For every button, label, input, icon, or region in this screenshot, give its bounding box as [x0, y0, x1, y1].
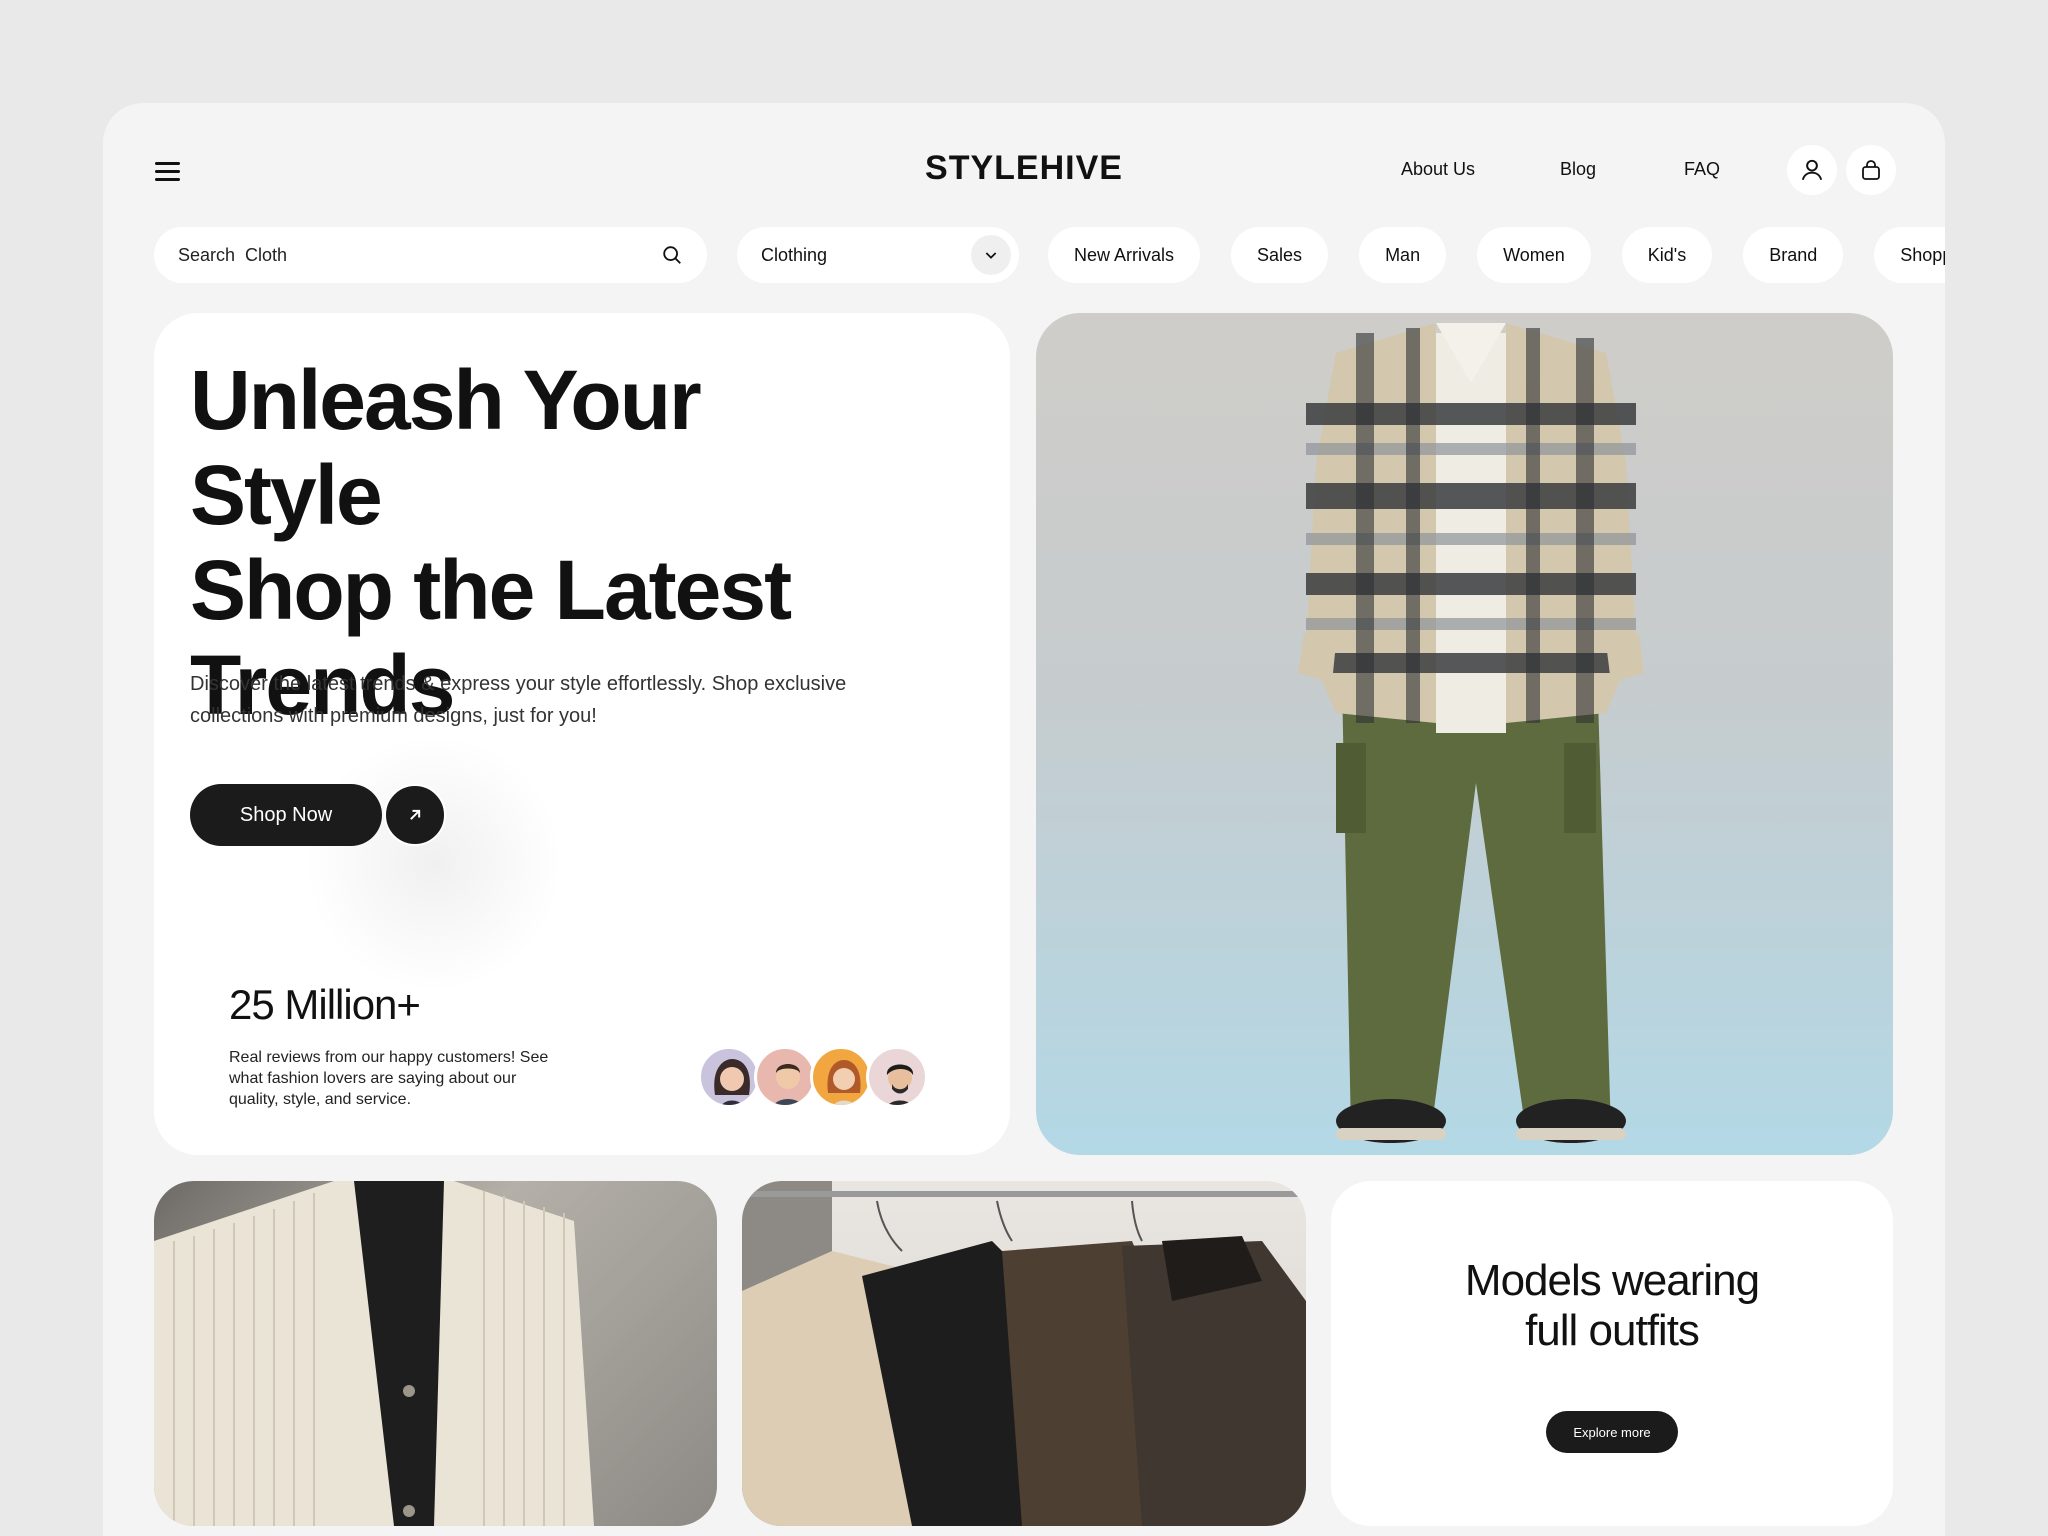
pill-shopping[interactable]: Shopping	[1874, 227, 1945, 283]
chevron-down-icon[interactable]	[971, 235, 1011, 275]
page-frame: STYLEHIVE About Us Blog FAQ Clothing New…	[103, 103, 1945, 1536]
promo-title-line: Models wearing	[1464, 1256, 1760, 1305]
cart-button[interactable]	[1846, 145, 1896, 195]
category-pills: New Arrivals Sales Man Women Kid's Brand…	[1048, 227, 1945, 283]
pill-man[interactable]: Man	[1359, 227, 1447, 283]
jackets-rack-image[interactable]	[742, 1181, 1306, 1526]
customer-review-text: Real reviews from our happy customers! S…	[229, 1049, 549, 1108]
hero-card: Unleash Your Style Shop the Latest Trend…	[154, 313, 1010, 1155]
decorative-glow	[304, 733, 564, 993]
hero-title-line: Shop the Latest	[190, 543, 792, 637]
hero-model-image	[1036, 313, 1893, 1155]
customer-count: 25 Million+	[229, 981, 421, 1028]
brand-logo[interactable]: STYLEHIVE	[103, 149, 1945, 188]
avatar	[810, 1046, 872, 1108]
category-select[interactable]: Clothing	[737, 227, 1019, 283]
user-icon	[1801, 159, 1823, 181]
search-input[interactable]	[178, 244, 661, 266]
category-select-value: Clothing	[761, 244, 828, 265]
hero-title-line: Unleash Your Style	[190, 353, 702, 542]
promo-title-line: full outfits	[1525, 1306, 1700, 1355]
nav-about-us[interactable]: About Us	[1401, 159, 1475, 180]
avatar	[754, 1046, 816, 1108]
pill-new-arrivals[interactable]: New Arrivals	[1048, 227, 1201, 283]
pill-women[interactable]: Women	[1477, 227, 1591, 283]
shop-now-button[interactable]: Shop Now	[190, 784, 382, 846]
avatar	[866, 1046, 928, 1108]
shopping-bag-icon	[1862, 160, 1880, 180]
search-bar[interactable]	[154, 227, 707, 283]
pill-brand[interactable]: Brand	[1743, 227, 1844, 283]
hero-description: Discover the latest trends & express you…	[190, 673, 847, 727]
search-icon[interactable]	[661, 244, 683, 266]
account-button[interactable]	[1787, 145, 1837, 195]
pill-kids[interactable]: Kid's	[1621, 227, 1713, 283]
avatar	[698, 1046, 760, 1108]
pill-sales[interactable]: Sales	[1231, 227, 1329, 283]
arrow-button[interactable]	[384, 784, 446, 846]
nav-faq[interactable]: FAQ	[1684, 159, 1720, 180]
customer-avatars	[698, 1046, 928, 1108]
promo-title: Models wearing full outfits	[1331, 1256, 1893, 1356]
nav-blog[interactable]: Blog	[1560, 159, 1596, 180]
outfits-promo-card: Models wearing full outfits Explore more	[1331, 1181, 1893, 1526]
explore-more-button[interactable]: Explore more	[1546, 1411, 1678, 1453]
arrow-up-right-icon	[410, 809, 421, 820]
corduroy-jacket-image[interactable]	[154, 1181, 717, 1526]
